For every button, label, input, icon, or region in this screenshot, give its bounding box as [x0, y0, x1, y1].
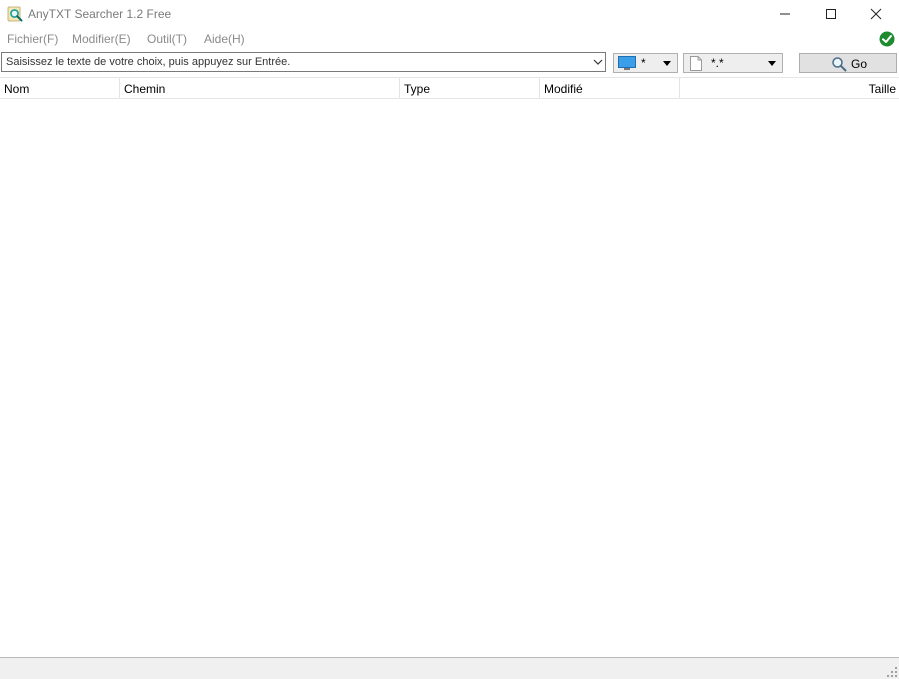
- search-icon: [832, 57, 847, 72]
- resize-grip-icon[interactable]: [887, 667, 897, 677]
- title-bar[interactable]: AnyTXT Searcher 1.2 Free: [0, 0, 899, 28]
- dropdown-arrow-icon: [768, 61, 776, 66]
- go-button-label: Go: [851, 57, 868, 71]
- window-title: AnyTXT Searcher 1.2 Free: [28, 7, 172, 21]
- column-header-modifie[interactable]: Modifié: [540, 78, 680, 98]
- drive-filter-value: *: [641, 56, 646, 70]
- chevron-down-icon[interactable]: [593, 57, 603, 67]
- search-box[interactable]: [1, 52, 606, 72]
- close-icon: [870, 8, 882, 20]
- drive-filter-select[interactable]: *: [613, 53, 678, 73]
- extension-filter-value: *.*: [711, 56, 724, 70]
- dropdown-arrow-icon: [663, 61, 671, 66]
- monitor-icon: [618, 56, 636, 70]
- column-header-chemin[interactable]: Chemin: [120, 78, 400, 98]
- column-header-taille[interactable]: Taille: [680, 78, 899, 98]
- menu-modifier[interactable]: Modifier(E): [72, 32, 131, 46]
- results-table-header: Nom Chemin Type Modifié Taille: [0, 77, 899, 99]
- minimize-button[interactable]: [762, 0, 808, 28]
- extension-filter-select[interactable]: *.*: [683, 53, 783, 73]
- status-bar: [0, 657, 899, 679]
- menu-fichier[interactable]: Fichier(F): [7, 32, 58, 46]
- results-table-body[interactable]: [0, 99, 899, 657]
- minimize-icon: [780, 13, 790, 15]
- maximize-button[interactable]: [808, 0, 854, 28]
- document-icon: [690, 56, 702, 71]
- search-app-icon: [7, 6, 23, 22]
- column-header-type[interactable]: Type: [400, 78, 540, 98]
- menu-bar: Fichier(F) Modifier(E) Outil(T) Aide(H): [0, 28, 899, 50]
- go-button[interactable]: Go: [799, 53, 897, 73]
- column-header-nom[interactable]: Nom: [0, 78, 120, 98]
- close-button[interactable]: [853, 0, 899, 28]
- search-input[interactable]: [2, 53, 591, 71]
- menu-outil[interactable]: Outil(T): [147, 32, 187, 46]
- maximize-icon: [826, 9, 836, 19]
- menu-aide[interactable]: Aide(H): [204, 32, 245, 46]
- check-circle-icon[interactable]: [879, 31, 895, 47]
